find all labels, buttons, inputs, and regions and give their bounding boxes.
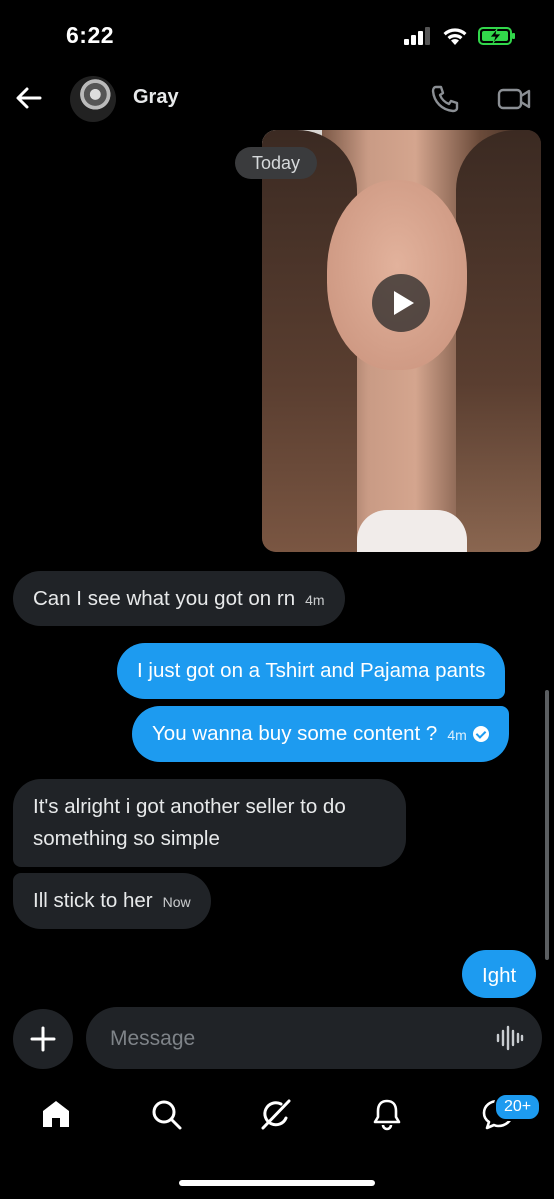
- message-bubble-outgoing[interactable]: You wanna buy some content ? 4m: [132, 706, 509, 762]
- scrollbar[interactable]: [545, 690, 549, 960]
- play-icon[interactable]: [372, 274, 430, 332]
- plus-icon: [30, 1026, 56, 1052]
- wifi-icon: [443, 28, 467, 45]
- date-separator: Today: [235, 147, 318, 179]
- video-call-icon[interactable]: [497, 84, 531, 114]
- home-icon[interactable]: [38, 1096, 74, 1132]
- message-text: I just got on a Tshirt and Pajama pants: [137, 659, 486, 682]
- message-bubble-incoming[interactable]: Can I see what you got on rn 4m: [13, 571, 345, 626]
- contact-name[interactable]: Gray: [133, 86, 179, 109]
- home-indicator[interactable]: [179, 1180, 375, 1186]
- search-icon[interactable]: [148, 1096, 184, 1132]
- back-arrow-icon[interactable]: [14, 84, 44, 112]
- status-time: 6:22: [66, 22, 115, 48]
- notifications-bell-icon[interactable]: [369, 1096, 405, 1132]
- message-time: 4m: [305, 592, 325, 608]
- message-bubble-outgoing[interactable]: Ight: [462, 950, 537, 998]
- message-text: You wanna buy some content ?: [152, 722, 438, 745]
- voice-message-icon[interactable]: [496, 1025, 524, 1051]
- avatar[interactable]: [70, 76, 116, 122]
- video-message-thumbnail[interactable]: [262, 130, 541, 552]
- grok-icon[interactable]: [258, 1096, 294, 1132]
- message-time: Now: [162, 894, 191, 910]
- message-text: It's alright i got another seller to do …: [33, 795, 346, 850]
- status-icons: [404, 26, 516, 46]
- message-text: Ill stick to her: [33, 889, 153, 912]
- message-time: 4m: [447, 727, 467, 743]
- signal-icon: [404, 27, 430, 45]
- message-field[interactable]: [86, 1007, 542, 1071]
- message-input[interactable]: [108, 1007, 472, 1071]
- message-bubble-incoming[interactable]: It's alright i got another seller to do …: [13, 779, 406, 867]
- battery-charging-icon: [478, 27, 515, 45]
- message-text: Can I see what you got on rn: [33, 587, 296, 610]
- read-check-icon: [472, 726, 489, 742]
- message-text: Ight: [482, 964, 517, 987]
- messages-badge: 20+: [494, 1093, 542, 1121]
- message-bubble-outgoing[interactable]: I just got on a Tshirt and Pajama pants: [117, 643, 506, 699]
- add-attachment-button[interactable]: [13, 1009, 73, 1069]
- message-bubble-incoming[interactable]: Ill stick to her Now: [13, 873, 211, 929]
- phone-icon[interactable]: [430, 84, 460, 114]
